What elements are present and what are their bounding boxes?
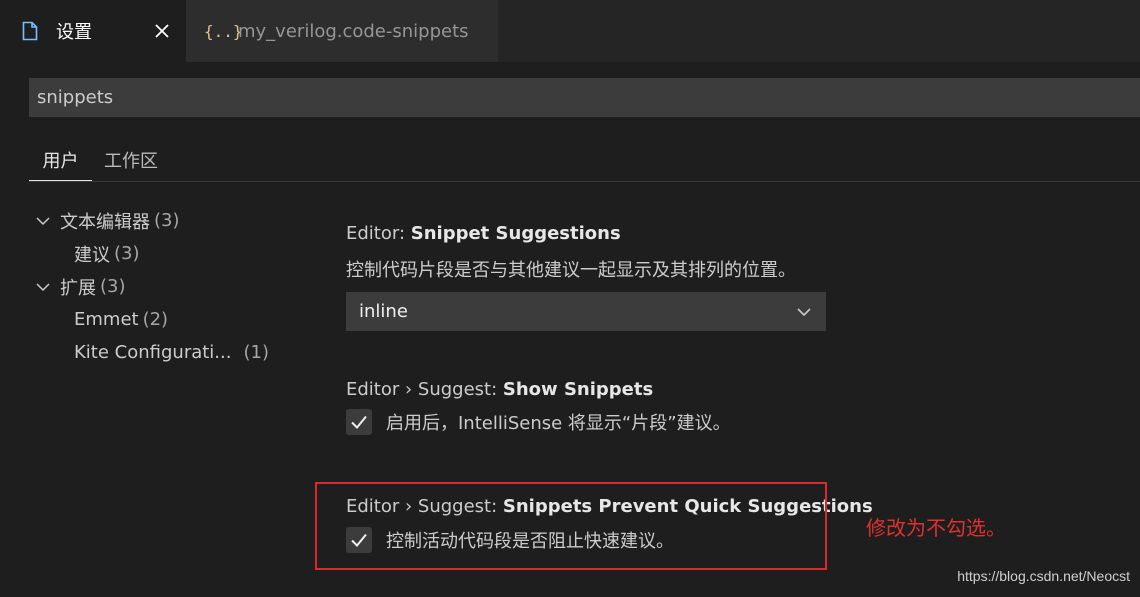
check-icon [351,415,367,429]
toc-label: 文本编辑器 [60,211,150,233]
setting-description: 启用后，IntelliSense 将显示“片段”建议。 [386,413,731,434]
editor-tab-bar: 设置 {..} my_verilog.code-snippets [0,0,1140,62]
toc-count: (3) [114,243,140,264]
select-value: inline [359,301,408,322]
toc-count: (1) [243,342,269,363]
watermark: https://blog.csdn.net/Neocst [957,568,1130,584]
toc-item-text-editor[interactable]: 文本编辑器 (3) [36,204,180,237]
search-value: snippets [37,87,114,108]
annotation-text: 修改为不勾选。 [866,516,1006,540]
toc-label: 建议 [74,244,110,266]
setting-category: Editor › Suggest: [346,379,503,400]
chevron-down-icon [797,308,811,317]
tab-settings[interactable]: 设置 [0,0,186,62]
setting-title: Editor: Snippet Suggestions [346,223,621,244]
tab-snippets-file[interactable]: {..} my_verilog.code-snippets [186,0,498,62]
braces-json-icon: {..} [204,21,243,41]
tab-workspace[interactable]: 工作区 [104,140,158,180]
setting-name: Snippet Suggestions [410,223,621,244]
settings-scope-tabs: 用户 工作区 [29,140,1140,182]
toc-item-kite[interactable]: Kite Configurati... (1) [74,336,269,369]
setting-description: 控制代码片段是否与其他建议一起显示及其排列的位置。 [346,260,796,281]
toc-item-extensions[interactable]: 扩展 (3) [36,270,126,303]
toc-label: 扩展 [60,277,96,299]
toc-item-suggest[interactable]: 建议 (3) [74,237,140,270]
file-icon [22,20,42,42]
toc-count: (3) [100,276,126,297]
toc-label: Kite Configurati... [74,342,232,363]
toc-label: Emmet [74,309,139,330]
highlight-box [315,482,827,570]
chevron-down-icon [36,216,50,225]
close-icon[interactable] [150,19,174,43]
setting-title: Editor › Suggest: Show Snippets [346,379,653,400]
setting-category: Editor: [346,223,411,244]
tab-user[interactable]: 用户 [29,140,92,181]
snippet-suggestions-select[interactable]: inline [346,292,826,331]
show-snippets-row: 启用后，IntelliSense 将显示“片段”建议。 [346,408,731,436]
show-snippets-checkbox[interactable] [346,409,372,435]
setting-name: Show Snippets [502,379,654,400]
tab-label: 设置 [56,22,92,43]
chevron-down-icon [36,282,50,291]
settings-search-input[interactable]: snippets [29,78,1140,117]
toc-item-emmet[interactable]: Emmet (2) [74,303,168,336]
toc-count: (2) [142,309,169,330]
settings-editor: 设置 {..} my_verilog.code-snippets snippet… [0,0,1140,597]
toc-count: (3) [154,210,180,231]
tab-label: my_verilog.code-snippets [238,20,469,42]
